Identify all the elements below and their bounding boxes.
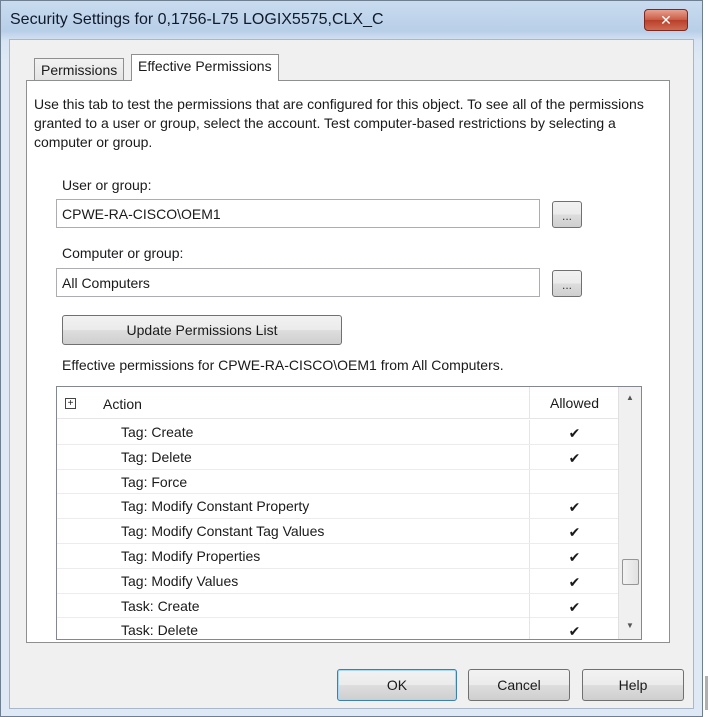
close-button[interactable]: ✕ [644,9,688,31]
column-header-action[interactable]: Action [103,396,142,412]
user-group-label: User or group: [62,177,152,193]
list-item[interactable]: Tag: Modify Constant Tag Values ✔ [57,519,619,544]
expand-all-icon[interactable]: + [65,398,76,409]
column-header-allowed[interactable]: Allowed [529,387,619,419]
list-item[interactable]: Tag: Create ✔ [57,420,619,445]
scroll-thumb[interactable] [622,559,639,585]
list-item[interactable]: Tag: Force [57,469,619,495]
list-item[interactable]: Task: Delete ✔ [57,618,619,639]
allowed-check-icon: ✔ [529,543,619,568]
action-label: Task: Create [121,597,200,614]
help-button[interactable]: Help [582,669,684,701]
vertical-scrollbar[interactable]: ▲ ▼ [618,387,641,639]
cancel-button[interactable]: Cancel [468,669,570,701]
tab-permissions[interactable]: Permissions [34,58,125,82]
list-header: + Action Allowed [57,387,619,419]
computer-group-field[interactable]: All Computers [56,268,540,297]
effective-permissions-caption: Effective permissions for CPWE-RA-CISCO\… [62,357,504,373]
allowed-check-icon: ✔ [529,494,619,519]
action-label: Task: Delete [121,622,199,639]
list-item[interactable]: Tag: Modify Values ✔ [57,568,619,594]
list-item[interactable]: Tag: Modify Constant Property ✔ [57,494,619,520]
action-label: Tag: Modify Constant Tag Values [121,523,325,540]
action-label: Tag: Modify Properties [121,547,261,564]
list-rows: Tag: Create ✔ Tag: Delete ✔ Tag: Force Tag… [57,420,619,639]
allowed-check-icon: ✔ [529,593,619,618]
user-group-field[interactable]: CPWE-RA-CISCO\OEM1 [56,199,540,228]
scroll-down-icon[interactable]: ▼ [619,617,641,635]
action-label: Tag: Modify Constant Property [121,498,310,515]
user-group-browse-button[interactable]: ... [552,201,582,228]
action-label: Tag: Delete [121,448,192,465]
action-label: Tag: Force [121,473,188,490]
allowed-check-icon: ✔ [529,444,619,469]
window-title: Security Settings for 0,1756-L75 LOGIX55… [10,11,384,28]
list-item[interactable]: Tag: Modify Properties ✔ [57,543,619,569]
description-text: Use this tab to test the permissions tha… [34,96,644,150]
computer-group-label: Computer or group: [62,245,184,261]
allowed-check-icon: ✔ [529,618,619,639]
tab-effective-permissions[interactable]: Effective Permissions [131,54,279,81]
allowed-check-icon: ✔ [529,420,619,444]
ok-button[interactable]: OK [337,669,457,701]
allowed-check-icon [529,469,619,494]
allowed-check-icon: ✔ [529,519,619,544]
action-label: Tag: Modify Values [121,572,239,589]
allowed-check-icon: ✔ [529,568,619,593]
update-permissions-button[interactable]: Update Permissions List [62,315,342,345]
computer-group-browse-button[interactable]: ... [552,270,582,297]
list-item[interactable]: Tag: Delete ✔ [57,444,619,470]
action-label: Tag: Create [121,424,194,440]
permissions-list[interactable]: + Action Allowed Tag: Create ✔ Tag: Delet… [56,386,642,640]
list-item[interactable]: Task: Create ✔ [57,593,619,619]
scroll-up-icon[interactable]: ▲ [619,389,641,407]
title-bar[interactable]: Security Settings for 0,1756-L75 LOGIX55… [1,1,702,39]
figure-id-mark [705,676,708,710]
